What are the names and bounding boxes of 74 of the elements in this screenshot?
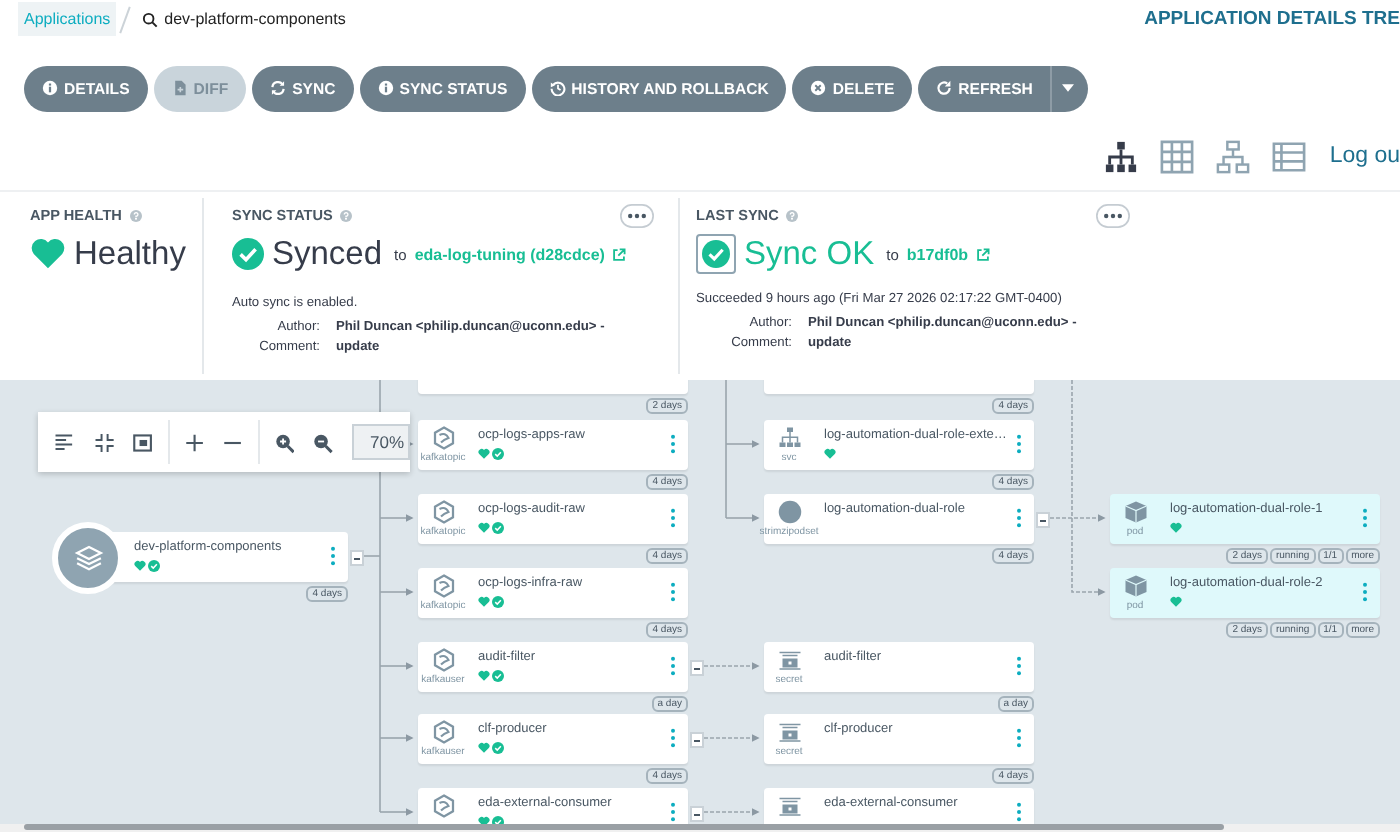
dropdown-button[interactable]	[1050, 65, 1089, 111]
history-icon	[549, 80, 566, 96]
kebab-menu-icon[interactable]	[670, 802, 676, 822]
help-icon[interactable]	[340, 209, 353, 221]
collapse-button[interactable]	[690, 806, 704, 822]
hexagon-icon	[431, 648, 455, 672]
zoom-out-icon[interactable]	[312, 431, 334, 453]
hexagon-icon	[431, 500, 455, 524]
circle-icon	[777, 500, 801, 524]
sync-status: Sync OK	[744, 235, 875, 273]
more-button[interactable]	[1096, 204, 1130, 228]
check-icon	[232, 238, 264, 270]
app-icon	[52, 522, 124, 594]
collapse-button[interactable]	[690, 660, 704, 676]
connector-line	[703, 808, 760, 816]
kebab-menu-icon[interactable]	[670, 728, 676, 748]
hexagon-icon	[431, 794, 455, 818]
cube-icon	[1123, 574, 1147, 598]
health-status: Healthy	[74, 235, 186, 273]
plus-icon[interactable]	[183, 431, 205, 453]
connector-line	[703, 662, 760, 670]
kebab-menu-icon[interactable]	[1016, 802, 1022, 822]
external-link-icon[interactable]	[612, 247, 627, 261]
hexagon-icon	[431, 720, 455, 744]
caret-icon	[1062, 84, 1075, 92]
hexagon-icon	[431, 426, 455, 450]
kebab-menu-icon[interactable]	[330, 546, 336, 566]
heart-icon	[30, 238, 66, 270]
delete-icon	[810, 80, 827, 96]
file-icon	[171, 80, 188, 96]
kebab-menu-icon[interactable]	[1016, 728, 1022, 748]
fit-icon[interactable]	[132, 431, 154, 453]
collapse-button[interactable]	[1036, 512, 1050, 528]
more-button[interactable]	[620, 204, 654, 228]
hexagon-icon	[431, 574, 455, 598]
check-icon	[696, 234, 736, 274]
sync-status: Synced	[272, 235, 383, 273]
kebab-menu-icon[interactable]	[670, 582, 676, 602]
grid-view-icon[interactable]	[1159, 139, 1194, 173]
info-icon	[42, 80, 58, 96]
cube-icon	[1123, 500, 1147, 524]
help-icon[interactable]	[129, 209, 142, 221]
page-title: APPLICATION DETAILS TRE	[1144, 8, 1400, 30]
kebab-menu-icon[interactable]	[670, 508, 676, 528]
connector-line	[703, 734, 760, 742]
app-name: dev-platform-components	[164, 10, 346, 28]
kebab-menu-icon[interactable]	[670, 656, 676, 676]
logout-link[interactable]: Log ou	[1329, 144, 1400, 168]
kebab-menu-icon[interactable]	[1362, 582, 1368, 602]
collapse-button[interactable]	[690, 732, 704, 748]
sync-icon	[270, 80, 287, 96]
kebab-menu-icon[interactable]	[670, 434, 676, 454]
network-icon	[777, 426, 801, 450]
collapse-button[interactable]	[350, 550, 364, 566]
lock-icon	[777, 648, 801, 672]
align-icon[interactable]	[54, 431, 76, 453]
kebab-menu-icon[interactable]	[1016, 656, 1022, 676]
help-icon[interactable]	[786, 209, 799, 221]
zoom-in-icon[interactable]	[273, 431, 295, 453]
list-view-icon[interactable]	[1271, 139, 1306, 173]
horizontal-scrollbar[interactable]	[0, 824, 1400, 832]
tree-view-icon[interactable]	[1103, 139, 1138, 173]
lock-icon	[777, 720, 801, 744]
search-icon	[142, 11, 159, 27]
kebab-menu-icon[interactable]	[1016, 434, 1022, 454]
external-link-icon[interactable]	[976, 247, 991, 261]
info-icon	[377, 80, 394, 96]
compress-icon[interactable]	[93, 431, 115, 453]
network-view-icon[interactable]	[1215, 139, 1250, 173]
kebab-menu-icon[interactable]	[1016, 508, 1022, 528]
refresh-icon	[936, 80, 953, 96]
zoom-level[interactable]: 70%	[351, 424, 411, 460]
lock-icon	[777, 794, 801, 818]
kebab-menu-icon[interactable]	[1362, 508, 1368, 528]
